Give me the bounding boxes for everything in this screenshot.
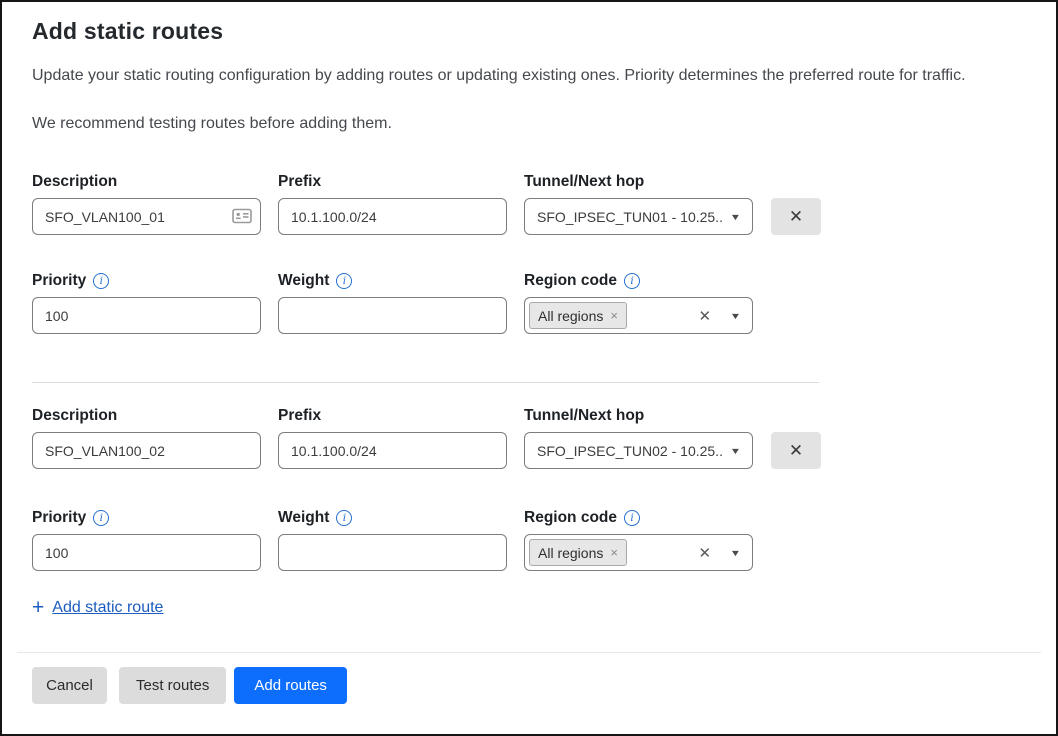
chevron-down-icon: ▼ [730, 446, 742, 456]
weight-field-group: Weight i [278, 509, 507, 571]
priority-label: Priority [32, 509, 86, 527]
prefix-field-group: Prefix [278, 407, 507, 469]
footer-actions: Cancel Test routes Add routes [32, 667, 1026, 704]
tunnel-field-group: Tunnel/Next hop SFO_IPSEC_TUN01 - 10.25.… [524, 173, 753, 235]
weight-label: Weight [278, 509, 329, 527]
tunnel-select[interactable]: SFO_IPSEC_TUN02 - 10.25... ▼ [524, 432, 753, 469]
region-multiselect[interactable]: All regions × ✕ ▼ [524, 297, 753, 334]
description-label: Description [32, 407, 117, 425]
remove-route-button[interactable]: ✕ [771, 432, 821, 469]
info-icon[interactable]: i [93, 510, 109, 526]
tunnel-label: Tunnel/Next hop [524, 173, 644, 191]
region-field-group: Region code i All regions × ✕ ▼ [524, 272, 753, 334]
chevron-down-icon: ▼ [730, 548, 742, 558]
priority-field-group: Priority i [32, 272, 261, 334]
region-multiselect[interactable]: All regions × ✕ ▼ [524, 534, 753, 571]
remove-route-button[interactable]: ✕ [771, 198, 821, 235]
footer-divider [17, 652, 1041, 653]
dialog-recommendation: We recommend testing routes before addin… [32, 115, 1026, 133]
prefix-field-group: Prefix [278, 173, 507, 235]
clear-selection-icon[interactable]: ✕ [699, 307, 712, 325]
weight-field-group: Weight i [278, 272, 507, 334]
clear-selection-icon[interactable]: ✕ [699, 544, 712, 562]
chevron-down-icon: ▼ [730, 311, 742, 321]
prefix-input[interactable] [278, 198, 507, 235]
contact-card-icon[interactable] [232, 208, 252, 229]
description-label: Description [32, 173, 117, 191]
weight-input[interactable] [278, 534, 507, 571]
info-icon[interactable]: i [93, 273, 109, 289]
description-input[interactable] [32, 198, 261, 235]
region-chip: All regions × [529, 302, 627, 329]
region-field-group: Region code i All regions × ✕ ▼ [524, 509, 753, 571]
chip-remove-icon[interactable]: × [610, 309, 618, 322]
prefix-label: Prefix [278, 407, 321, 425]
tunnel-selected-value: SFO_IPSEC_TUN02 - 10.25... [537, 443, 723, 459]
add-static-routes-dialog: Add static routes Update your static rou… [2, 2, 1056, 734]
priority-field-group: Priority i [32, 509, 261, 571]
route-section-1: Description [32, 173, 1026, 334]
plus-icon: + [32, 597, 44, 618]
tunnel-select[interactable]: SFO_IPSEC_TUN01 - 10.25... ▼ [524, 198, 753, 235]
description-field-group: Description [32, 173, 261, 235]
priority-label: Priority [32, 272, 86, 290]
tunnel-field-group: Tunnel/Next hop SFO_IPSEC_TUN02 - 10.25.… [524, 407, 753, 469]
tunnel-label: Tunnel/Next hop [524, 407, 644, 425]
priority-input[interactable] [32, 534, 261, 571]
prefix-label: Prefix [278, 173, 321, 191]
description-field-group: Description [32, 407, 261, 469]
add-static-route-row: + Add static route [32, 597, 1026, 618]
test-routes-button[interactable]: Test routes [119, 667, 226, 704]
description-input[interactable] [32, 432, 261, 469]
region-chip: All regions × [529, 539, 627, 566]
region-chip-label: All regions [538, 308, 603, 324]
info-icon[interactable]: i [624, 510, 640, 526]
info-icon[interactable]: i [624, 273, 640, 289]
region-label: Region code [524, 509, 617, 527]
close-icon: ✕ [789, 207, 803, 227]
priority-input[interactable] [32, 297, 261, 334]
weight-label: Weight [278, 272, 329, 290]
region-label: Region code [524, 272, 617, 290]
section-divider [32, 382, 819, 383]
region-chip-label: All regions [538, 545, 603, 561]
dialog-description: Update your static routing configuration… [32, 67, 1026, 85]
weight-input[interactable] [278, 297, 507, 334]
info-icon[interactable]: i [336, 273, 352, 289]
chip-remove-icon[interactable]: × [610, 546, 618, 559]
add-static-route-link[interactable]: Add static route [52, 599, 163, 617]
prefix-input[interactable] [278, 432, 507, 469]
info-icon[interactable]: i [336, 510, 352, 526]
page-title: Add static routes [32, 18, 1026, 45]
close-icon: ✕ [789, 441, 803, 461]
cancel-button[interactable]: Cancel [32, 667, 107, 704]
chevron-down-icon: ▼ [730, 212, 742, 222]
add-routes-button[interactable]: Add routes [234, 667, 347, 704]
tunnel-selected-value: SFO_IPSEC_TUN01 - 10.25... [537, 209, 723, 225]
route-section-2: Description Prefix Tunnel/Next hop SFO_I… [32, 407, 1026, 571]
